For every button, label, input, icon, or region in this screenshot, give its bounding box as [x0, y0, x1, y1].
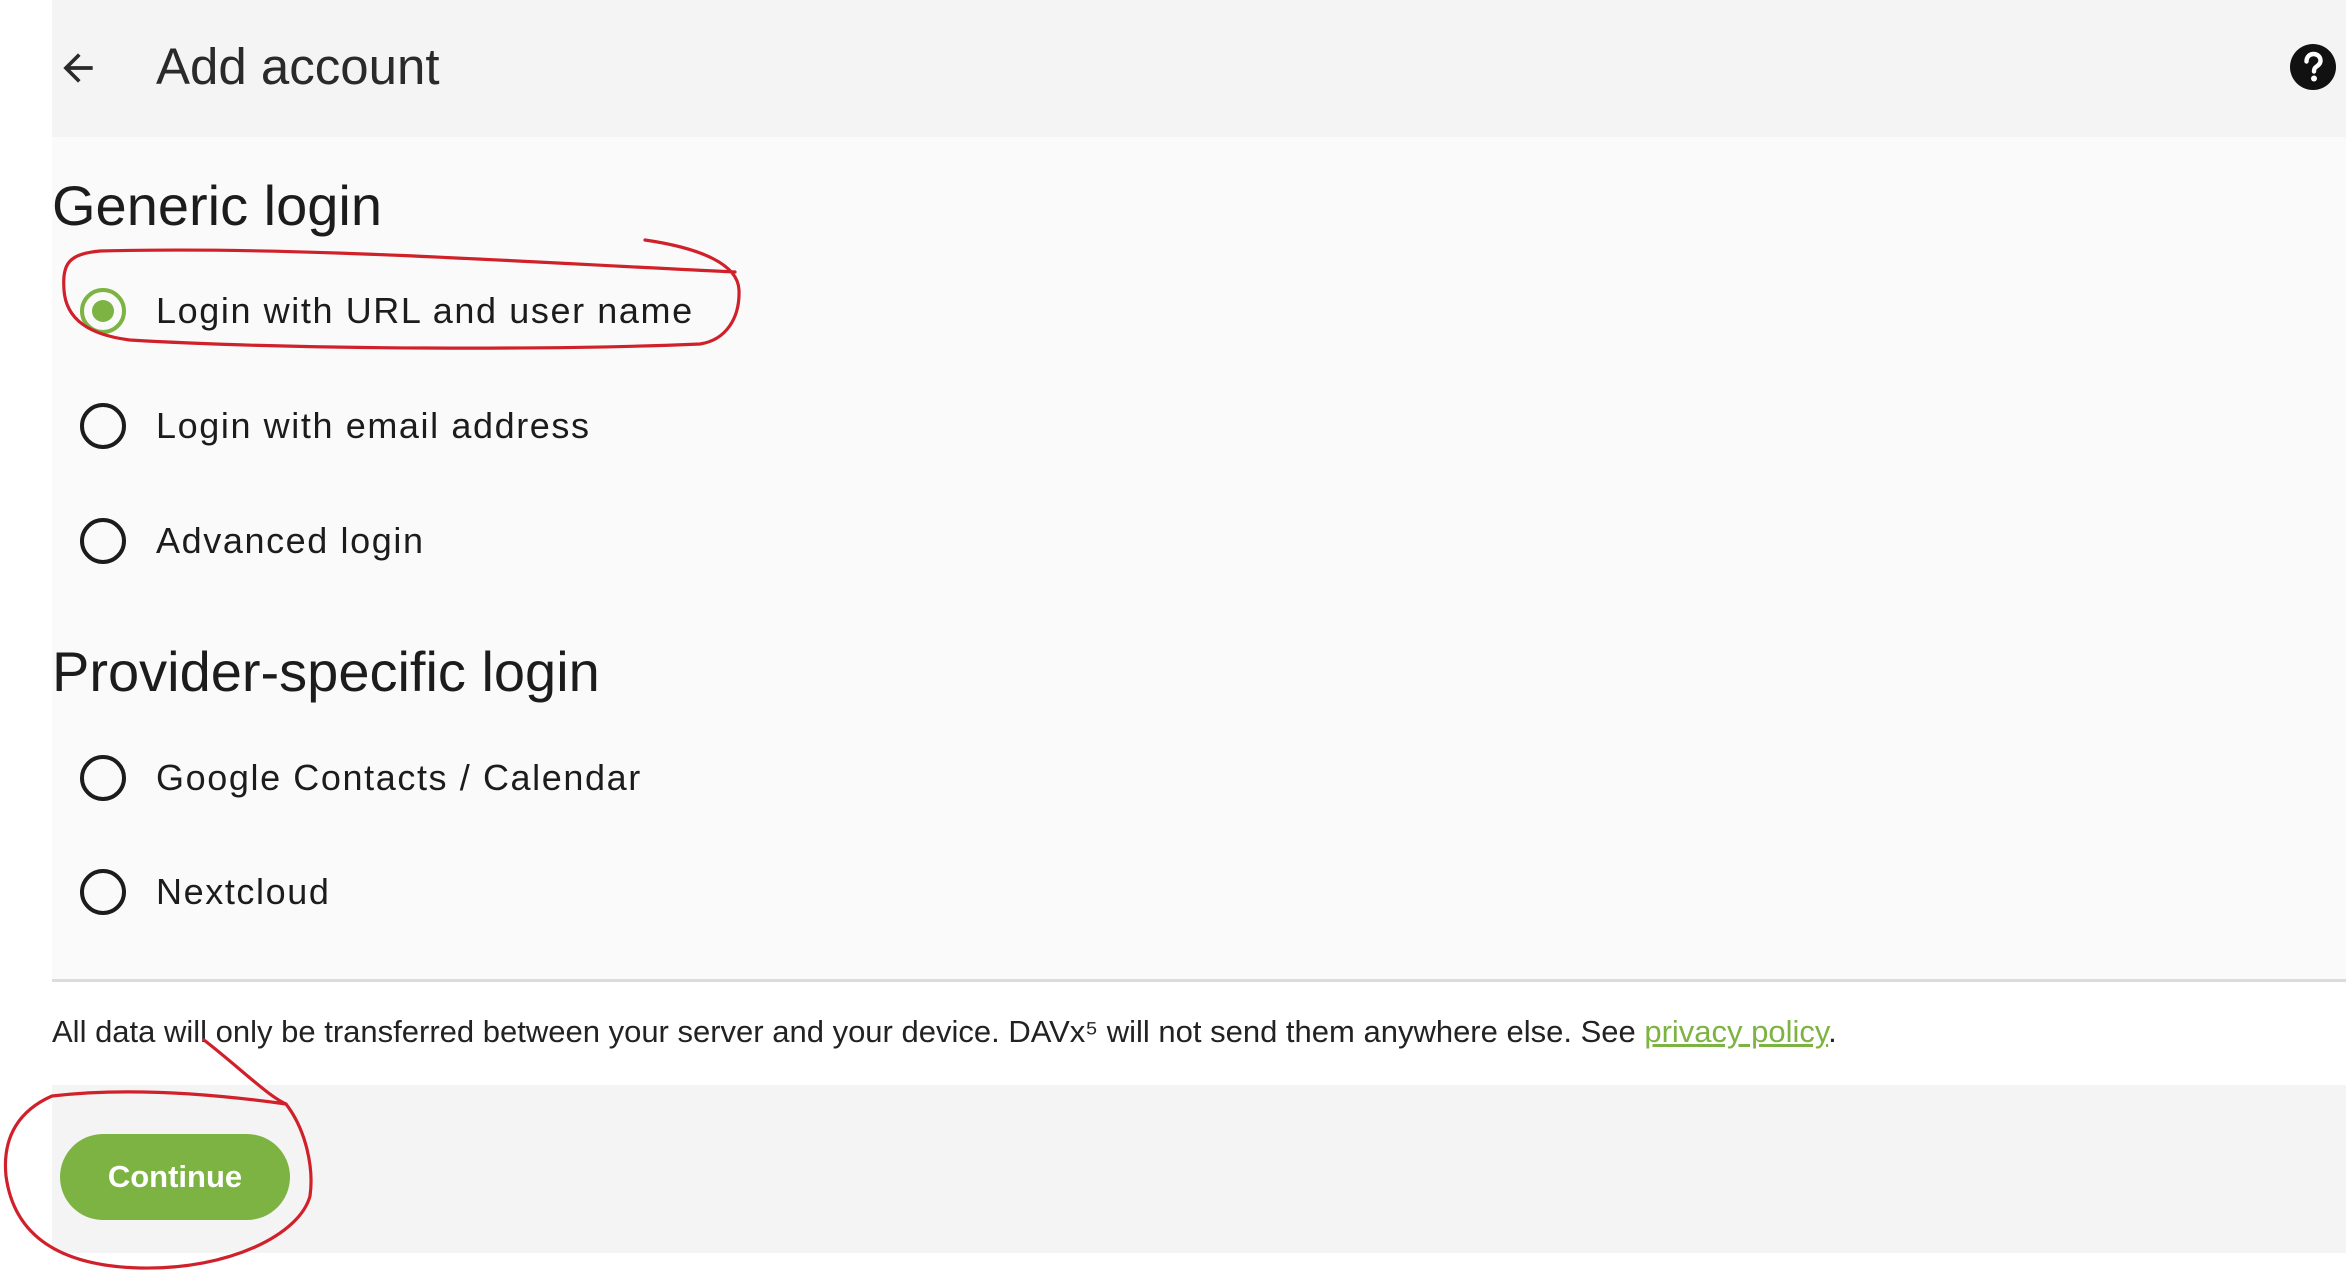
privacy-notice-end: . [1828, 1014, 1837, 1049]
option-label: Login with URL and user name [156, 290, 694, 331]
privacy-policy-link[interactable]: privacy policy [1644, 1014, 1828, 1049]
option-label: Advanced login [156, 520, 425, 561]
continue-button[interactable]: Continue [60, 1134, 290, 1220]
add-account-screen: Add account Generic login Login with URL… [0, 0, 2346, 1272]
privacy-notice: All data will only be transferred betwee… [52, 1012, 2346, 1052]
option-email[interactable]: Login with email address [52, 378, 952, 474]
radio-button[interactable] [80, 403, 126, 449]
option-google[interactable]: Google Contacts / Calendar [52, 730, 952, 826]
bottom-action-bar [52, 1085, 2346, 1253]
radio-button[interactable] [80, 518, 126, 564]
generic-login-heading: Generic login [52, 174, 382, 237]
page-title: Add account [156, 38, 440, 95]
option-label: Nextcloud [156, 871, 331, 912]
option-nextcloud[interactable]: Nextcloud [52, 844, 952, 940]
provider-login-heading: Provider-specific login [52, 640, 600, 703]
back-button[interactable] [46, 36, 110, 100]
option-label: Google Contacts / Calendar [156, 757, 642, 798]
help-button[interactable] [2288, 42, 2338, 92]
arrow-left-icon [63, 53, 93, 83]
help-circle-icon [2290, 44, 2336, 90]
radio-button[interactable] [80, 869, 126, 915]
option-url-username[interactable]: Login with URL and user name [52, 263, 952, 359]
option-label: Login with email address [156, 405, 591, 446]
privacy-notice-text: All data will only be transferred betwee… [52, 1014, 1645, 1049]
divider [52, 979, 2346, 982]
app-bar: Add account [52, 0, 2346, 137]
option-advanced[interactable]: Advanced login [52, 493, 952, 589]
radio-button[interactable] [80, 755, 126, 801]
radio-button-selected[interactable] [80, 288, 126, 334]
